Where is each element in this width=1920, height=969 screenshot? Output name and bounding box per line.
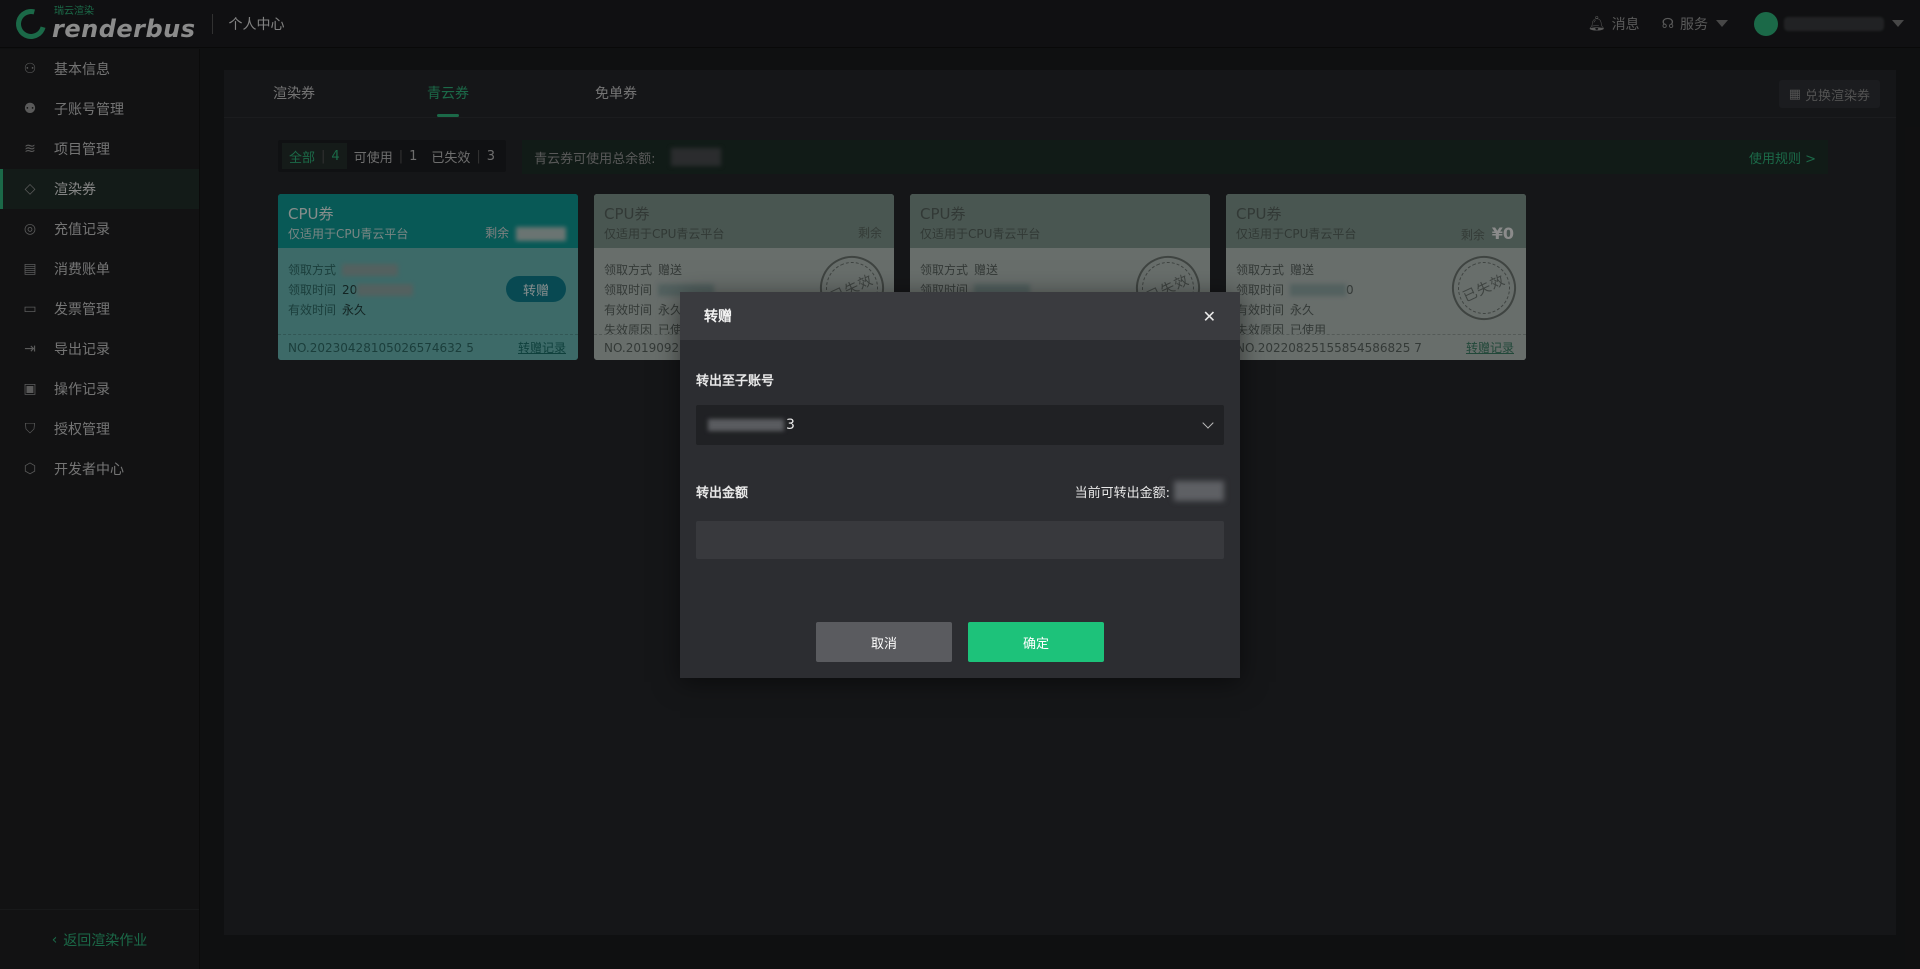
available-amount-redacted xyxy=(1174,481,1224,501)
chevron-down-icon xyxy=(1202,417,1214,429)
account-redacted xyxy=(708,419,784,431)
cancel-button[interactable]: 取消 xyxy=(816,622,952,662)
close-icon[interactable]: ✕ xyxy=(1203,307,1216,326)
confirm-button[interactable]: 确定 xyxy=(968,622,1104,662)
target-account-label: 转出至子账号 xyxy=(696,374,775,389)
selected-account-suffix: 3 xyxy=(786,417,795,433)
sub-account-select[interactable]: 3 xyxy=(696,405,1224,445)
available-amount: 当前可转出金额: xyxy=(1075,481,1224,501)
amount-label: 转出金额 xyxy=(696,485,749,501)
transfer-dialog: 转赠 ✕ 转出至子账号 3 转出金额 当前可转出金额: 取消 确定 xyxy=(680,292,1240,678)
transfer-amount-input[interactable] xyxy=(696,521,1224,559)
dialog-title: 转赠 xyxy=(704,309,732,325)
